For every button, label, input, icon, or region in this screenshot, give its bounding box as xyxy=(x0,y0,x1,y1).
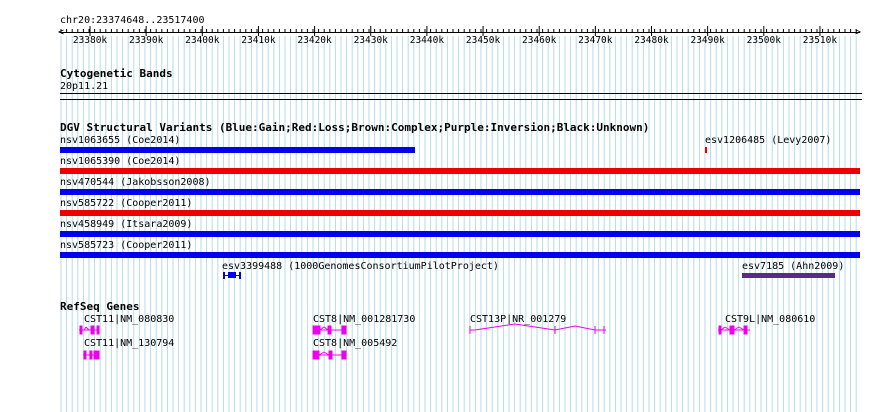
gene-model-cst13p[interactable] xyxy=(469,323,606,334)
gene-model-cst11-a[interactable] xyxy=(79,325,100,335)
gene-model-cst11-b[interactable] xyxy=(83,350,100,360)
refseq-gene-glyphs[interactable] xyxy=(0,0,890,412)
gene-model-cst8-a[interactable] xyxy=(312,325,347,335)
gene-model-cst9l[interactable] xyxy=(718,325,750,335)
gene-model-cst8-b[interactable] xyxy=(312,350,347,360)
